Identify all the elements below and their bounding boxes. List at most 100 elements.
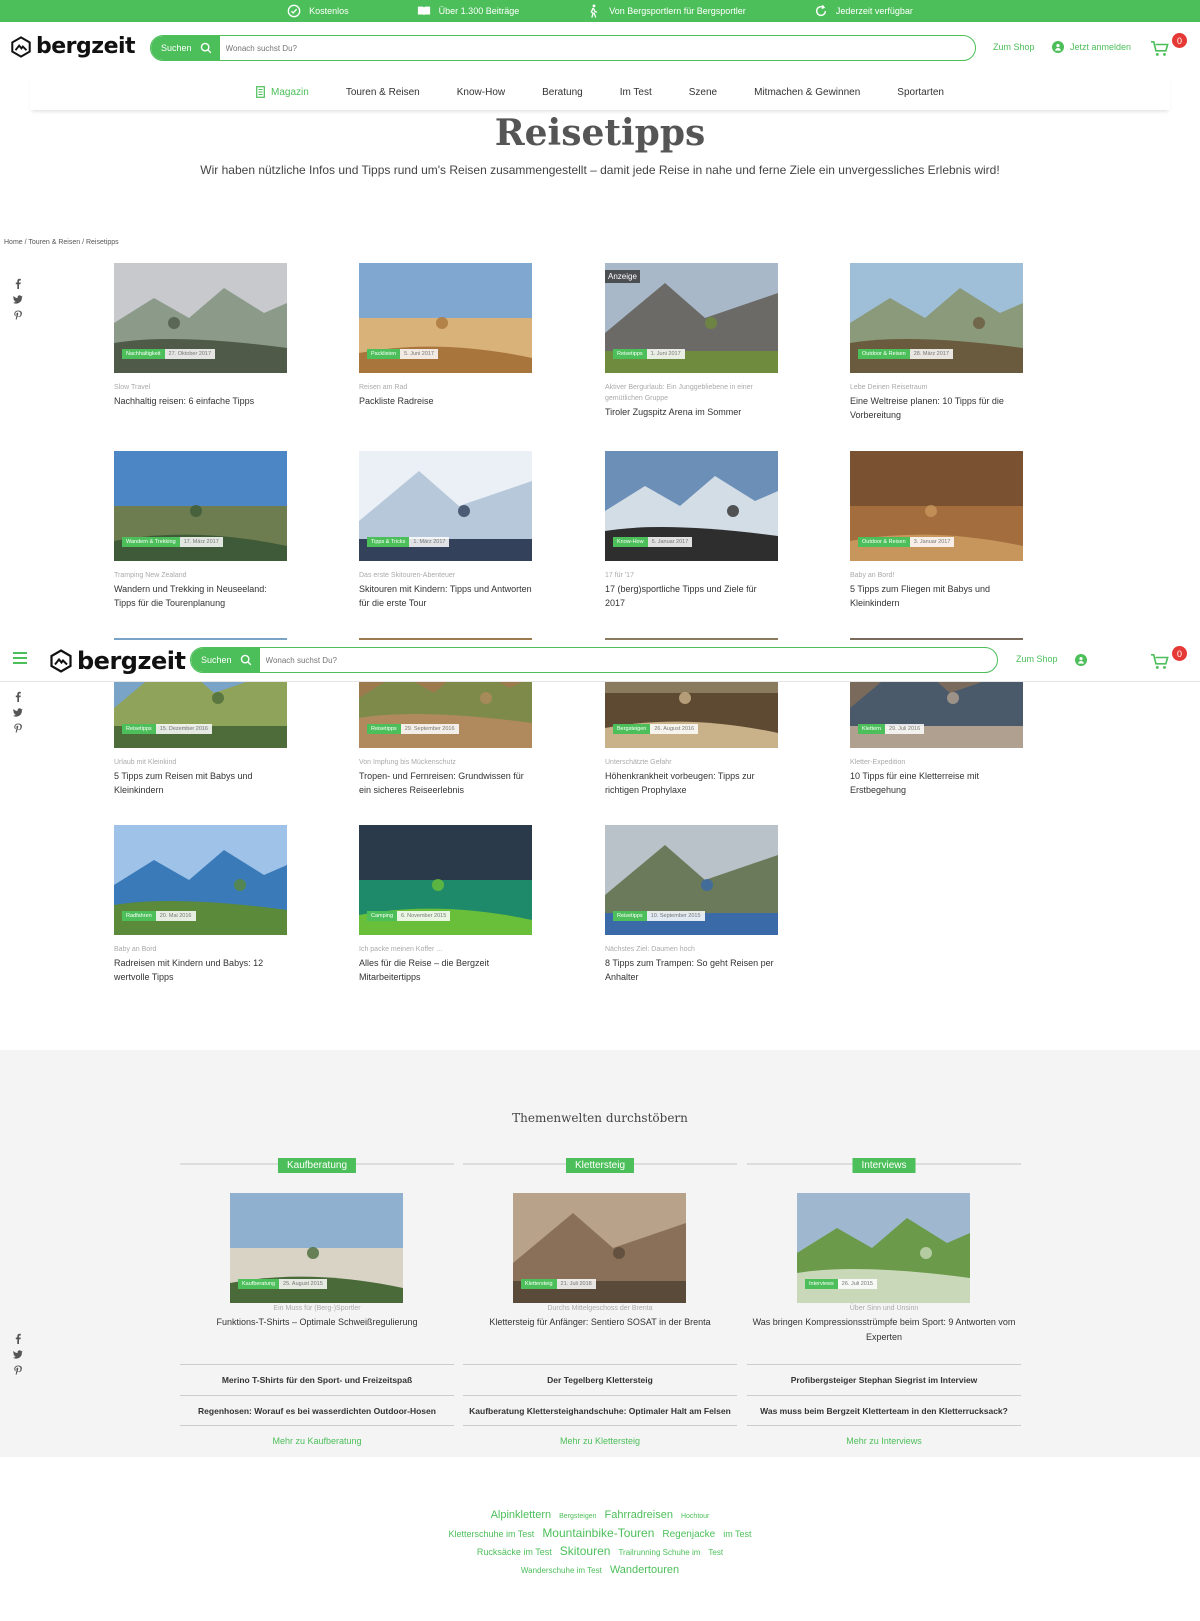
category-tag[interactable]: Klettern: [858, 724, 885, 734]
nav-item-touren-reisen[interactable]: Touren & Reisen: [346, 87, 420, 98]
article-title[interactable]: Skitouren mit Kindern: Tipps und Antwort…: [359, 582, 532, 610]
article-title[interactable]: Klettersteig für Anfänger: Sentiero SOSA…: [463, 1315, 737, 1330]
themenwelt-label[interactable]: Klettersteig: [565, 1158, 635, 1173]
tag-cloud-item[interactable]: Rucksäcke im Test: [477, 1544, 552, 1560]
category-tag[interactable]: Reisetipps: [613, 349, 647, 359]
article-title[interactable]: Eine Weltreise planen: 10 Tipps für die …: [850, 394, 1023, 422]
article-title[interactable]: 17 (berg)sportliche Tipps und Ziele für …: [605, 582, 778, 610]
login-link[interactable]: Jetzt anmelden: [1052, 41, 1131, 53]
article-title[interactable]: Alles für die Reise – die Bergzeit Mitar…: [359, 956, 532, 984]
more-link[interactable]: Mehr zu Klettersteig: [463, 1436, 737, 1446]
article-image-wrap[interactable]: Tipps & Tricks 1. März 2017: [359, 451, 532, 561]
tag-cloud-item[interactable]: Hochtour: [681, 1509, 709, 1525]
nav-item-szene[interactable]: Szene: [689, 87, 717, 98]
article-card[interactable]: Wandern & Trekking 17. März 2017 Tramping …: [114, 451, 287, 610]
article-title[interactable]: 10 Tipps für eine Kletterreise mit Erstb…: [850, 769, 1023, 797]
category-tag[interactable]: Know-How: [613, 537, 648, 547]
search-button[interactable]: Suchen: [191, 648, 260, 672]
themenwelt-image[interactable]: Interviews 26. Juli 2015: [797, 1193, 970, 1303]
related-link[interactable]: Regenhosen: Worauf es bei wasserdichten …: [180, 1395, 454, 1426]
article-image-wrap[interactable]: Radfahren 20. Mai 2016: [114, 825, 287, 935]
category-tag[interactable]: Kaufberatung: [238, 1279, 280, 1289]
themenwelt-image[interactable]: Kaufberatung 25. August 2015: [230, 1193, 403, 1303]
nav-item-sportarten[interactable]: Sportarten: [897, 87, 944, 98]
nav-item-beratung[interactable]: Beratung: [542, 87, 583, 98]
article-image-wrap[interactable]: Know-How 5. Januar 2017: [605, 451, 778, 561]
tag-cloud-item[interactable]: im Test: [723, 1526, 751, 1542]
related-link[interactable]: Was muss beim Bergzeit Kletterteam in de…: [747, 1395, 1021, 1426]
nav-item-magazin[interactable]: Magazin: [256, 86, 309, 98]
tag-cloud-item[interactable]: Mountainbike-Touren: [542, 1525, 654, 1541]
article-title[interactable]: Wandern und Trekking in Neuseeland: Tipp…: [114, 582, 287, 610]
search-button[interactable]: Suchen: [151, 36, 220, 60]
facebook-icon[interactable]: [13, 278, 23, 289]
article-title[interactable]: Radreisen mit Kindern und Babys: 12 wert…: [114, 956, 287, 984]
tag-cloud-item[interactable]: Fahrradreisen: [605, 1507, 673, 1523]
twitter-icon[interactable]: [13, 294, 23, 305]
category-tag[interactable]: Klettersteig: [521, 1279, 557, 1289]
shop-link[interactable]: Zum Shop: [1016, 654, 1058, 664]
login-link[interactable]: [1075, 654, 1087, 666]
article-image-wrap[interactable]: Wandern & Trekking 17. März 2017: [114, 451, 287, 561]
facebook-icon[interactable]: [13, 1333, 23, 1344]
category-tag[interactable]: Outdoor & Reisen: [858, 537, 910, 547]
search-input[interactable]: [219, 43, 975, 53]
article-title[interactable]: 5 Tipps zum Reisen mit Babys und Kleinki…: [114, 769, 287, 797]
category-tag[interactable]: Radfahren: [122, 911, 156, 921]
tag-cloud-item[interactable]: Bergsteigen: [559, 1509, 596, 1525]
category-tag[interactable]: Reisetipps: [367, 724, 401, 734]
article-title[interactable]: 5 Tipps zum Fliegen mit Babys und Kleink…: [850, 582, 1023, 610]
article-image-wrap[interactable]: Packlisten 5. Juni 2017: [359, 263, 532, 373]
article-image-wrap[interactable]: Outdoor & Reisen 3. Januar 2017: [850, 451, 1023, 561]
article-image-wrap[interactable]: Camping 6. November 2015: [359, 825, 532, 935]
category-tag[interactable]: Tipps & Tricks: [367, 537, 410, 547]
article-image-wrap[interactable]: Nachhaltigkeit 27. Oktober 2017: [114, 263, 287, 373]
category-tag[interactable]: Reisetipps: [122, 724, 156, 734]
nav-item-im-test[interactable]: Im Test: [620, 87, 652, 98]
article-card[interactable]: Anzeige Reisetipps 1. Juni 2017 Aktiver Ber…: [605, 263, 778, 419]
article-title[interactable]: Tropen- und Fernreisen: Grundwissen für …: [359, 769, 532, 797]
category-tag[interactable]: Nachhaltigkeit: [122, 349, 165, 359]
tag-cloud-item[interactable]: Trailrunning Schuhe im: [618, 1545, 700, 1561]
article-card[interactable]: Nachhaltigkeit 27. Oktober 2017 Slow Trave…: [114, 263, 287, 408]
nav-item-know-how[interactable]: Know-How: [457, 87, 505, 98]
tag-cloud-item[interactable]: Wanderschuhe im Test: [521, 1563, 602, 1579]
category-tag[interactable]: Packlisten: [367, 349, 401, 359]
article-image-wrap[interactable]: Reisetipps 10. September 2015: [605, 825, 778, 935]
article-title[interactable]: 8 Tipps zum Trampen: So geht Reisen per …: [605, 956, 778, 984]
article-card[interactable]: Outdoor & Reisen 28. März 2017 Lebe Deinen…: [850, 263, 1023, 422]
category-tag[interactable]: Bergsteigen: [613, 724, 651, 734]
nav-item-mitmachen-gewinnen[interactable]: Mitmachen & Gewinnen: [754, 87, 860, 98]
article-title[interactable]: Tiroler Zugspitz Arena im Sommer: [605, 405, 778, 419]
site-logo[interactable]: bergzeit: [10, 34, 136, 59]
tag-cloud-item[interactable]: Wandertouren: [610, 1562, 679, 1578]
twitter-icon[interactable]: [13, 1349, 23, 1360]
themenwelt-label[interactable]: Kaufberatung: [277, 1158, 357, 1173]
themenwelt-label[interactable]: Interviews: [852, 1158, 916, 1173]
cart-button[interactable]: 0: [1150, 646, 1187, 671]
breadcrumb[interactable]: Home / Touren & Reisen / Reisetipps: [4, 239, 119, 246]
related-link[interactable]: Merino T-Shirts für den Sport- und Freiz…: [180, 1364, 454, 1395]
tag-cloud-item[interactable]: Alpinklettern: [491, 1507, 552, 1523]
related-link[interactable]: Kaufberatung Klettersteighandschuhe: Opt…: [463, 1395, 737, 1426]
shop-link[interactable]: Zum Shop: [993, 42, 1035, 52]
tag-cloud-item[interactable]: Skitouren: [560, 1543, 611, 1559]
article-card[interactable]: Radfahren 20. Mai 2016 Baby an Bord Radreis…: [114, 825, 287, 984]
tag-cloud-item[interactable]: Regenjacke: [662, 1527, 715, 1543]
article-card[interactable]: Camping 6. November 2015 Ich packe meinen …: [359, 825, 532, 984]
more-link[interactable]: Mehr zu Kaufberatung: [180, 1436, 454, 1446]
category-tag[interactable]: Reisetipps: [613, 911, 647, 921]
site-logo[interactable]: bergzeit: [49, 647, 186, 675]
pinterest-icon[interactable]: [13, 1365, 23, 1376]
category-tag[interactable]: Outdoor & Reisen: [858, 349, 910, 359]
article-title[interactable]: Nachhaltig reisen: 6 einfache Tipps: [114, 394, 287, 408]
tag-cloud-item[interactable]: Test: [708, 1545, 723, 1561]
facebook-icon[interactable]: [13, 691, 23, 702]
article-image-wrap[interactable]: Outdoor & Reisen 28. März 2017: [850, 263, 1023, 373]
more-link[interactable]: Mehr zu Interviews: [747, 1436, 1021, 1446]
article-card[interactable]: Know-How 5. Januar 2017 17 für '17 17 (berg…: [605, 451, 778, 610]
article-title[interactable]: Was bringen Kompressionsstrümpfe beim Sp…: [747, 1315, 1021, 1345]
pinterest-icon[interactable]: [13, 310, 23, 321]
article-title[interactable]: Funktions-T-Shirts – Optimale Schweißreg…: [180, 1315, 454, 1330]
related-link[interactable]: Der Tegelberg Klettersteig: [463, 1364, 737, 1395]
